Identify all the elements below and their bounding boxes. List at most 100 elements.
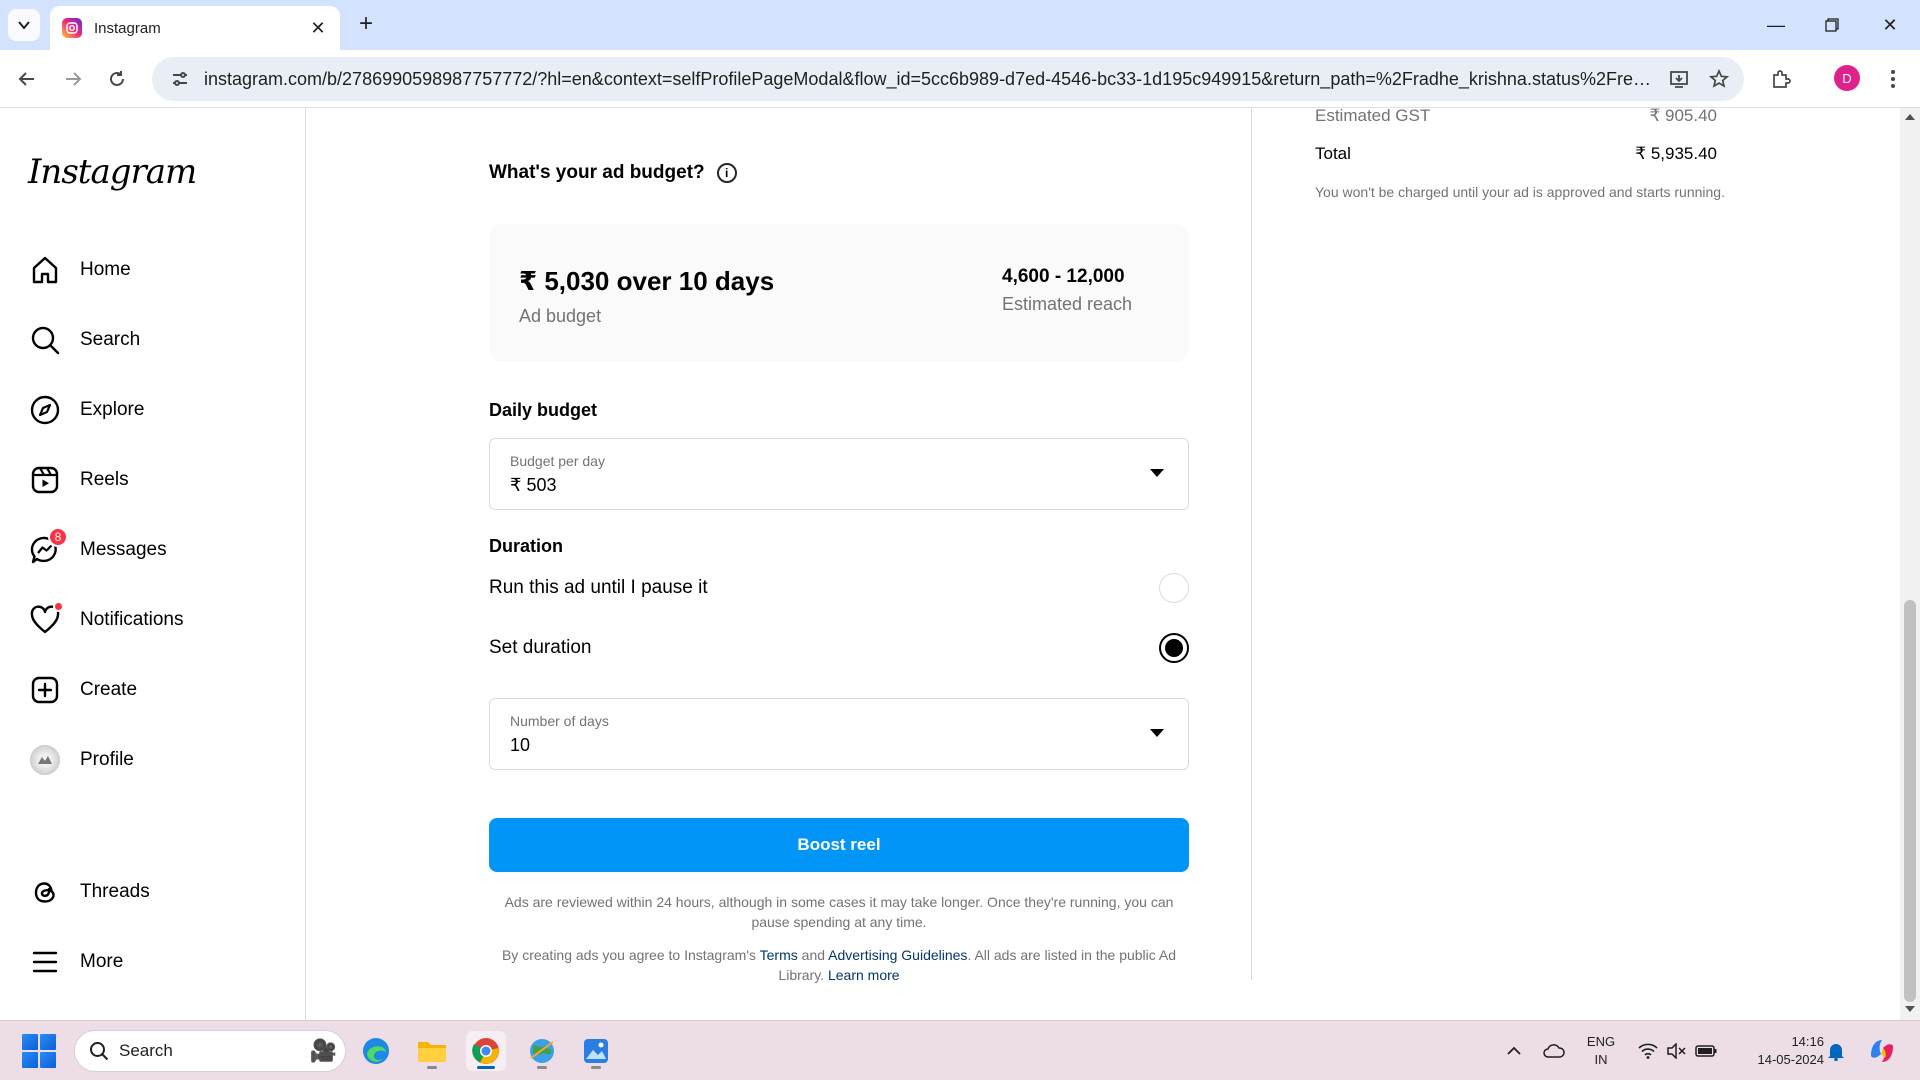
browser-profile-avatar[interactable]: D — [1834, 65, 1860, 91]
taskbar-search[interactable]: Search 🎥 — [74, 1030, 346, 1072]
forward-button[interactable] — [56, 62, 90, 96]
threads-icon — [28, 875, 62, 909]
info-icon[interactable]: i — [716, 163, 737, 183]
terms-text: By creating ads you agree to Instagram's — [501, 947, 760, 963]
gst-row: Estimated GST ₹ 905.40 — [1315, 106, 1717, 126]
total-row: Total ₹ 5,935.40 — [1315, 144, 1717, 164]
wifi-icon[interactable] — [1636, 1039, 1660, 1063]
sidebar-item-label: Threads — [80, 881, 150, 902]
radio-checked[interactable] — [1159, 633, 1189, 663]
estimated-reach-caption: Estimated reach — [1002, 294, 1133, 314]
review-note: Ads are reviewed within 24 hours, althou… — [504, 894, 1174, 930]
address-bar[interactable]: instagram.com/b/2786990598987757772/?hl=… — [152, 57, 1744, 101]
sidebar-item-label: Explore — [80, 399, 145, 420]
install-app-icon[interactable] — [1664, 64, 1694, 94]
reload-button[interactable] — [100, 62, 134, 96]
file-explorer-app-icon[interactable] — [412, 1031, 452, 1071]
option-set-duration[interactable]: Set duration — [489, 628, 1189, 668]
browser-tab[interactable]: Instagram ✕ — [50, 6, 340, 50]
sidebar-item-label: Profile — [80, 749, 134, 770]
sidebar-item-label: Notifications — [80, 609, 184, 630]
volume-muted-icon[interactable] — [1664, 1039, 1688, 1063]
radio-unchecked[interactable] — [1159, 573, 1189, 603]
region-code: IN — [1594, 1052, 1608, 1067]
advertising-guidelines-link[interactable]: Advertising Guidelines — [828, 947, 967, 963]
new-tab-button[interactable]: + — [352, 10, 380, 38]
clock-date: 14-05-2024 — [1757, 1052, 1825, 1067]
battery-icon[interactable] — [1694, 1039, 1718, 1063]
learn-more-link[interactable]: Learn more — [828, 967, 900, 983]
tab-search-button[interactable] — [8, 9, 40, 41]
sidebar-item-home[interactable]: Home — [28, 246, 288, 294]
sidebar-item-label: Reels — [80, 469, 129, 490]
browser-menu-button[interactable] — [1876, 62, 1910, 96]
sidebar-item-search[interactable]: Search — [28, 316, 288, 364]
total-value: ₹ 5,935.40 — [1635, 144, 1717, 163]
sidebar-item-threads[interactable]: Threads — [28, 868, 288, 916]
extensions-button[interactable] — [1764, 62, 1798, 96]
terms-note: By creating ads you agree to Instagram's… — [489, 945, 1189, 985]
taskbar-search-text: Search — [119, 1041, 173, 1060]
clock-time: 14:16 — [1791, 1034, 1824, 1049]
globe-app-icon[interactable] — [522, 1031, 562, 1071]
sidebar-item-create[interactable]: Create — [28, 666, 288, 714]
close-window-button[interactable]: ✕ — [1870, 8, 1910, 42]
search-icon — [90, 1042, 109, 1061]
windows-taskbar: Search 🎥 ENG IN 14:16 14-05-2024 — [0, 1020, 1920, 1080]
chevron-up-icon[interactable] — [1502, 1039, 1526, 1063]
close-tab-icon[interactable]: ✕ — [308, 18, 328, 39]
option-run-until-paused[interactable]: Run this ad until I pause it — [489, 568, 1189, 608]
page-scrollbar[interactable] — [1900, 108, 1920, 1020]
sidebar-item-profile[interactable]: Profile — [28, 736, 288, 784]
sidebar-item-messages[interactable]: 8 Messages — [28, 526, 288, 574]
sidebar-item-reels[interactable]: Reels — [28, 456, 288, 504]
onedrive-cloud-icon[interactable] — [1542, 1039, 1566, 1063]
number-of-days-select[interactable]: Number of days 10 — [489, 698, 1189, 770]
sidebar-item-more[interactable]: More — [28, 938, 288, 986]
scroll-down-arrow-icon[interactable] — [1905, 1006, 1915, 1012]
restore-button[interactable] — [1812, 8, 1852, 42]
instagram-logo[interactable]: Instagram — [28, 152, 197, 192]
notification-bell-icon[interactable] — [1824, 1039, 1848, 1063]
sidebar-item-label: Home — [80, 259, 131, 280]
terms-text: and — [797, 947, 829, 963]
sidebar-item-notifications[interactable]: Notifications — [28, 596, 288, 644]
start-button[interactable] — [22, 1034, 56, 1068]
sidebar-item-explore[interactable]: Explore — [28, 386, 288, 434]
input-language-indicator[interactable]: ENG IN — [1584, 1033, 1618, 1069]
messenger-icon: 8 — [28, 527, 68, 567]
days-value: 10 — [510, 735, 531, 755]
total-label: Total — [1315, 144, 1351, 163]
back-button[interactable] — [10, 62, 44, 96]
kebab-menu-icon — [1891, 70, 1895, 88]
notification-dot — [53, 601, 64, 612]
minimize-button[interactable]: — — [1756, 8, 1796, 42]
terms-link[interactable]: Terms — [760, 947, 798, 963]
search-icon — [28, 323, 62, 357]
language-code: ENG — [1586, 1034, 1616, 1049]
site-info-icon[interactable] — [166, 65, 194, 93]
bookmark-star-icon[interactable] — [1704, 64, 1734, 94]
daily-budget-label: Daily budget — [489, 400, 598, 420]
puzzle-icon — [1773, 70, 1791, 88]
daily-budget-select[interactable]: Budget per day ₹ 503 — [489, 438, 1189, 510]
url-text[interactable]: instagram.com/b/2786990598987757772/?hl=… — [204, 69, 1654, 90]
forward-arrow-icon — [66, 72, 82, 86]
clock[interactable]: 14:16 14-05-2024 — [1736, 1033, 1825, 1069]
avatar — [30, 745, 60, 775]
home-icon — [28, 253, 62, 287]
budget-heading: What's your ad budget? i — [489, 162, 737, 184]
running-indicator — [591, 1066, 601, 1069]
option-label: Run this ad until I pause it — [489, 577, 708, 598]
scroll-up-arrow-icon[interactable] — [1905, 114, 1915, 120]
chrome-app-icon[interactable] — [466, 1031, 506, 1071]
budget-title: What's your ad budget? — [489, 162, 705, 183]
edge-app-icon[interactable] — [356, 1031, 396, 1071]
photos-app-icon[interactable] — [576, 1031, 616, 1071]
boost-reel-button[interactable]: Boost reel — [489, 818, 1189, 872]
browser-toolbar: instagram.com/b/2786990598987757772/?hl=… — [0, 50, 1920, 108]
ad-budget-caption: Ad budget — [519, 306, 602, 326]
scroll-thumb[interactable] — [1904, 600, 1916, 1002]
compass-icon — [28, 393, 62, 427]
copilot-icon[interactable] — [1866, 1035, 1898, 1067]
